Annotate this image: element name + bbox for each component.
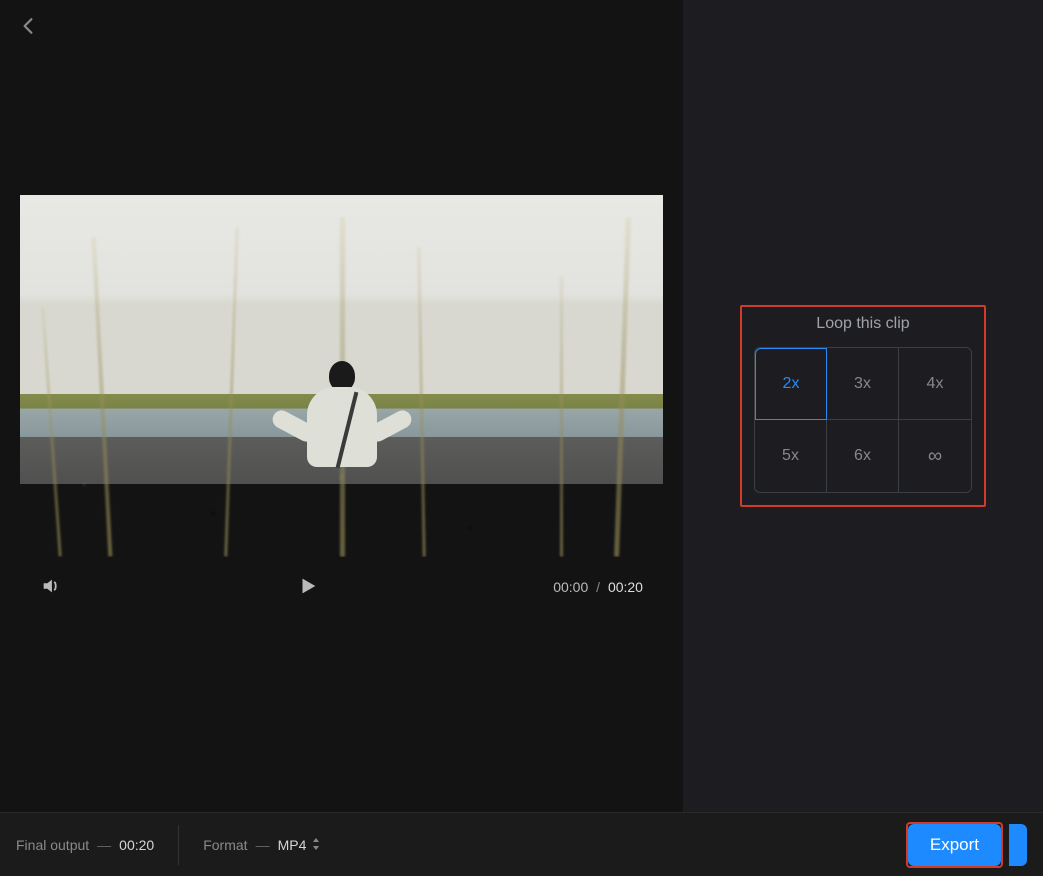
final-output-value: 00:20 <box>119 837 154 853</box>
playback-time: 00:00 / 00:20 <box>553 579 643 595</box>
format-meta: Format — MP4 <box>203 837 320 853</box>
footer-bar: Final output — 00:20 Format — MP4 Export <box>0 812 1043 876</box>
play-icon <box>297 575 319 597</box>
loop-option-infinite[interactable]: ∞ <box>899 420 971 492</box>
loop-option-5x[interactable]: 5x <box>755 420 827 492</box>
video-content-person <box>297 361 387 467</box>
time-separator: / <box>596 579 600 595</box>
loop-panel-highlight: Loop this clip 2x 3x 4x 5x 6x ∞ <box>740 305 986 507</box>
format-value: MP4 <box>278 837 307 853</box>
final-output-label: Final output <box>16 837 89 853</box>
export-dropdown-toggle[interactable] <box>1009 824 1027 866</box>
infinity-icon: ∞ <box>928 445 942 468</box>
loop-option-6x[interactable]: 6x <box>827 420 899 492</box>
final-output-meta: Final output — 00:20 <box>16 837 154 853</box>
loop-option-label: 4x <box>927 375 944 393</box>
export-button-highlight: Export <box>906 822 1003 868</box>
chevron-left-icon <box>22 17 34 35</box>
footer-divider <box>178 825 179 865</box>
play-button[interactable] <box>297 575 321 599</box>
current-time: 00:00 <box>553 579 588 595</box>
loop-option-label: 3x <box>854 375 871 393</box>
stepper-icon <box>312 837 320 853</box>
settings-panel: Loop this clip 2x 3x 4x 5x 6x ∞ <box>683 0 1043 812</box>
volume-button[interactable] <box>40 575 64 599</box>
volume-icon <box>40 575 62 597</box>
format-select[interactable]: MP4 <box>278 837 321 853</box>
loop-option-label: 5x <box>782 447 799 465</box>
export-button[interactable]: Export <box>908 824 1001 866</box>
total-duration: 00:20 <box>608 579 643 595</box>
loop-option-label: 2x <box>783 375 800 393</box>
loop-option-4x[interactable]: 4x <box>899 348 971 420</box>
loop-option-3x[interactable]: 3x <box>827 348 899 420</box>
loop-title: Loop this clip <box>754 315 972 333</box>
format-label: Format <box>203 837 247 853</box>
loop-options-grid: 2x 3x 4x 5x 6x ∞ <box>754 347 972 493</box>
loop-option-2x[interactable]: 2x <box>755 348 827 420</box>
meta-dash: — <box>256 837 270 853</box>
loop-option-label: 6x <box>854 447 871 465</box>
meta-dash: — <box>97 837 111 853</box>
preview-panel: 00:00 / 00:20 <box>0 0 683 812</box>
back-button[interactable] <box>16 14 40 38</box>
video-preview[interactable] <box>20 195 663 557</box>
